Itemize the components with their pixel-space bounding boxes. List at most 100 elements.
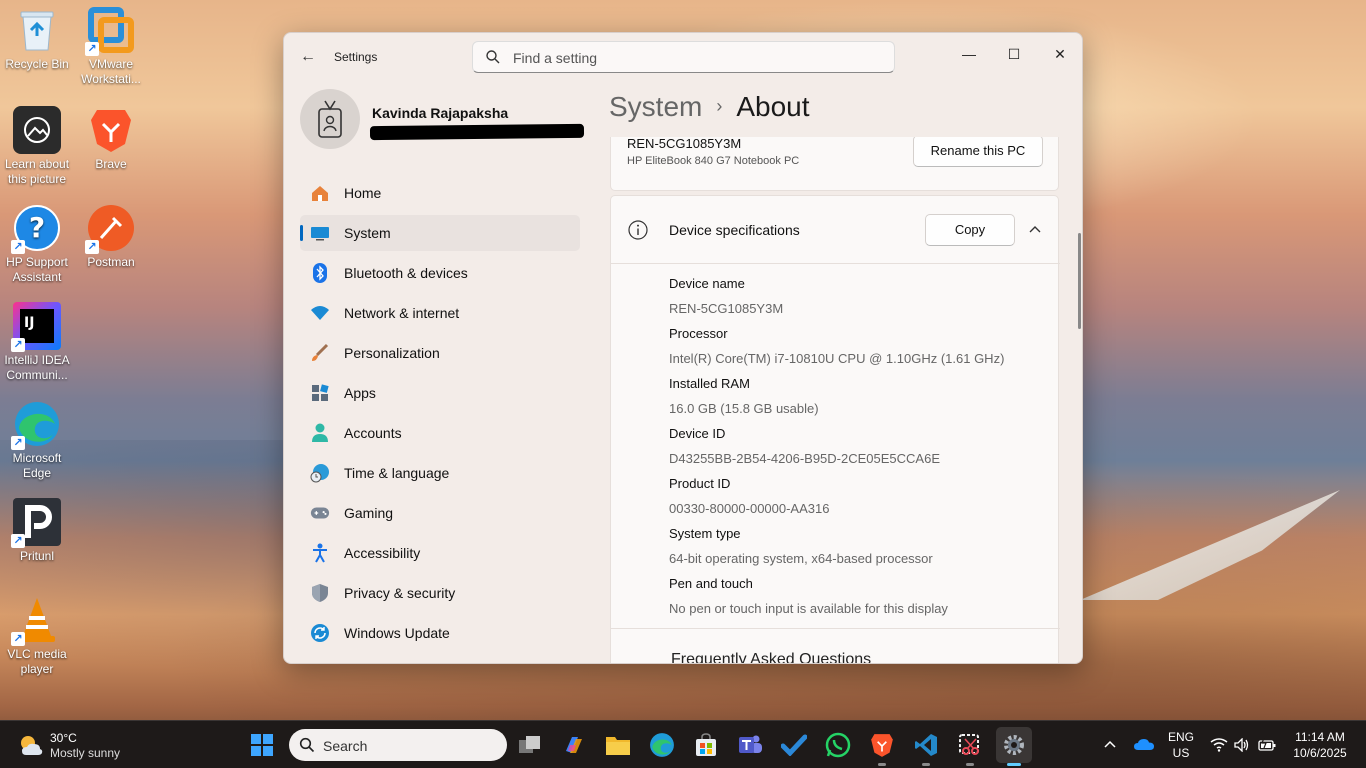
gear-icon [1004,735,1024,755]
back-arrow-icon[interactable]: ← [298,47,318,67]
weather-widget[interactable]: 30°C Mostly sunny [18,729,148,761]
taskbar-search-label: Search [323,738,368,754]
taskbar-edge[interactable] [644,727,680,763]
taskbar-search-box[interactable]: Search [289,729,507,761]
pc-name-card: REN-5CG1085Y3M HP EliteBook 840 G7 Noteb… [610,137,1059,191]
device-specs-header[interactable]: Device specifications Copy [611,196,1060,264]
intellij-icon: IJ ↗ [11,302,61,352]
rename-pc-button[interactable]: Rename this PC [913,137,1043,167]
settings-search-input[interactable]: Find a setting [472,41,895,73]
taskbar-store[interactable] [688,727,724,763]
vlc-cone-icon: ↗ [11,596,61,646]
spec-value-device-name: REN-5CG1085Y3M [669,301,784,316]
title-bar[interactable]: ← Settings Find a setting — ☐ ✕ [284,33,1082,81]
battery-charging-icon [1258,738,1276,751]
running-indicator [922,763,930,766]
minimize-button[interactable]: — [946,39,992,69]
about-content: REN-5CG1085Y3M HP EliteBook 840 G7 Noteb… [610,137,1060,663]
desktop-icon-recycle-bin[interactable]: Recycle Bin [0,6,74,72]
sidebar-item-home[interactable]: Home [300,175,580,211]
desktop-icon-label: Learn about this picture [4,157,70,186]
task-view-button[interactable] [512,727,548,763]
spec-value-ram: 16.0 GB (15.8 GB usable) [669,401,819,416]
sidebar-item-windows-update[interactable]: Windows Update [300,615,580,651]
breadcrumb-parent[interactable]: System [609,91,702,122]
sidebar-item-network[interactable]: Network & internet [300,295,580,331]
desktop-icon-learn-about-picture[interactable]: Learn about this picture [0,106,74,187]
windows-logo-icon [251,734,273,756]
taskbar-settings[interactable] [996,727,1032,766]
running-indicator [966,763,974,766]
taskbar-brave[interactable] [864,727,900,766]
user-name: Kavinda Rajapaksha [372,105,509,121]
taskbar-snipping-tool[interactable] [952,727,988,766]
desktop-icon-label: Brave [95,157,127,171]
shortcut-arrow-icon: ↗ [85,240,99,254]
desktop-icon-label: Microsoft Edge [12,451,62,480]
taskbar-file-explorer[interactable] [600,727,636,763]
brave-lion-icon [871,734,893,757]
sidebar-item-personalization[interactable]: Personalization [300,335,580,371]
sidebar-item-system[interactable]: System [300,215,580,251]
desktop-icon-label: VMware Workstati... [81,57,141,86]
desktop-icon-edge[interactable]: ↗ Microsoft Edge [0,400,74,481]
clock-date: 10/6/2025 [1293,746,1347,760]
desktop-icon-vmware[interactable]: ↗ VMware Workstati... [74,6,148,87]
faq-heading[interactable]: Frequently Asked Questions [671,651,871,663]
clock[interactable]: 11:14 AM 10/6/2025 [1284,721,1356,768]
copy-button[interactable]: Copy [925,214,1015,246]
running-indicator [1007,763,1021,766]
chevron-up-icon[interactable] [1029,224,1041,234]
desktop-icon-vlc[interactable]: ↗ VLC media player [0,596,74,677]
taskbar-todo[interactable] [776,727,812,763]
sidebar-item-label: Privacy & security [344,585,456,601]
desktop-icon-label: VLC media player [7,647,67,676]
whatsapp-icon [825,732,851,758]
divider [611,628,1060,629]
shortcut-arrow-icon: ↗ [85,42,99,56]
sidebar-item-time-language[interactable]: Time & language [300,455,580,491]
wifi-icon [1210,738,1228,752]
system-icon [310,224,330,242]
recycle-bin-icon [13,6,61,54]
taskbar-copilot[interactable] [556,727,592,763]
desktop-icon-label: Postman [87,255,135,269]
taskbar-whatsapp[interactable] [820,727,856,763]
desktop-icon-intellij[interactable]: IJ ↗ IntelliJ IDEA Communi... [0,302,74,383]
user-profile[interactable]: Kavinda Rajapaksha [300,89,590,153]
search-icon [486,50,500,64]
sidebar-item-privacy[interactable]: Privacy & security [300,575,580,611]
start-button[interactable] [244,727,280,763]
taskbar-teams[interactable] [732,727,768,763]
teams-icon [739,735,762,753]
sidebar-item-accounts[interactable]: Accounts [300,415,580,451]
desktop-icon-pritunl[interactable]: ↗ Pritunl [0,498,74,564]
weather-temperature: 30°C [50,731,77,745]
accessibility-icon [310,543,330,563]
spec-label-device-id: Device ID [669,426,726,441]
taskbar-vscode[interactable] [908,727,944,766]
desktop-icon-brave[interactable]: Brave [74,106,148,172]
sidebar-item-apps[interactable]: Apps [300,375,580,411]
avatar [300,89,360,149]
scrollbar-thumb[interactable] [1078,233,1081,329]
sidebar-item-label: Bluetooth & devices [344,265,468,281]
sidebar-nav: Home System Bluetooth & devices Network … [300,175,580,655]
input-language-indicator[interactable]: ENG US [1166,721,1196,768]
maximize-button[interactable]: ☐ [991,39,1037,69]
desktop-icon-postman[interactable]: ↗ Postman [74,204,148,270]
pc-model: HP EliteBook 840 G7 Notebook PC [627,155,800,167]
edge-icon: ↗ [11,400,61,450]
spec-value-pen-touch: No pen or touch input is available for t… [669,601,948,616]
desktop-icon-hp-support[interactable]: ? ↗ HP Support Assistant [0,204,74,285]
spec-label-ram: Installed RAM [669,376,750,391]
sidebar-item-bluetooth[interactable]: Bluetooth & devices [300,255,580,291]
spec-value-device-id: D43255BB-2B54-4206-B95D-2CE05E5CCA6E [669,451,940,466]
search-placeholder: Find a setting [513,50,598,66]
sidebar-item-accessibility[interactable]: Accessibility [300,535,580,571]
sidebar-item-gaming[interactable]: Gaming [300,495,580,531]
quick-settings-button[interactable] [1208,721,1280,768]
sidebar-item-label: Accounts [344,425,402,441]
close-button[interactable]: ✕ [1037,39,1082,69]
postman-icon: ↗ [85,204,135,254]
